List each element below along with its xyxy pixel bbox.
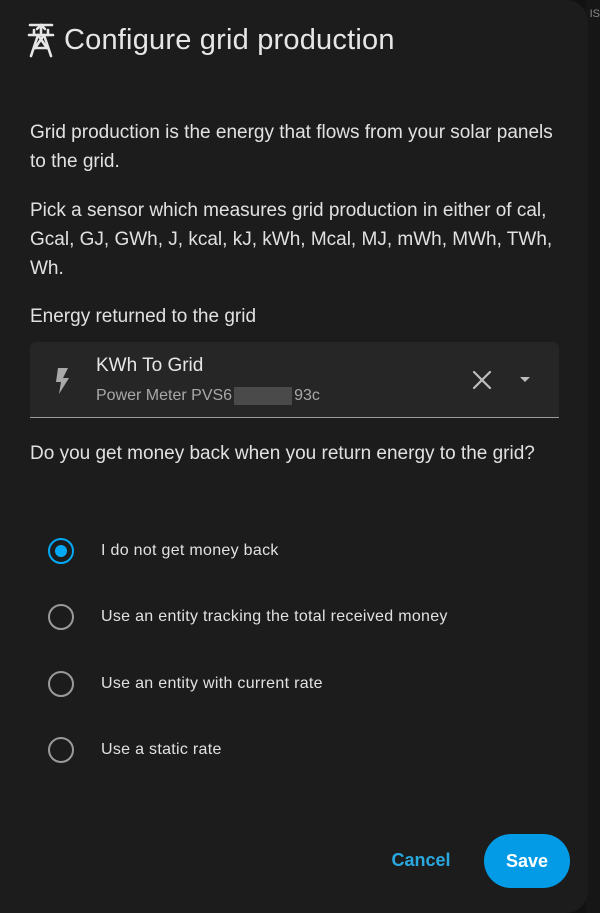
entity-name: KWh To Grid	[96, 355, 204, 376]
field-label: Energy returned to the grid	[30, 306, 257, 327]
redacted-block	[234, 387, 293, 405]
radio-label: Use an entity with current rate	[101, 675, 323, 692]
device-name-prefix: Power Meter PVS6	[96, 387, 233, 404]
entity-device: Power Meter PVS6 93c	[96, 387, 320, 405]
radio-option-static-rate[interactable]: Use a static rate	[48, 734, 222, 766]
lightning-bolt-icon	[52, 366, 72, 396]
units-text: Pick a sensor which measures grid produc…	[30, 200, 553, 279]
configure-grid-production-dialog: Configure grid production Grid productio…	[0, 0, 588, 913]
entity-picker[interactable]: KWh To Grid Power Meter PVS6 93c	[30, 342, 559, 418]
radio-label: Use an entity tracking the total receive…	[101, 608, 448, 625]
background-panel-edge: IS	[586, 0, 600, 913]
radio-option-total-money[interactable]: Use an entity tracking the total receive…	[48, 601, 448, 633]
radio-button[interactable]	[48, 604, 74, 630]
radio-button[interactable]	[48, 671, 74, 697]
radio-label: Use a static rate	[101, 741, 222, 758]
description-text: Grid production is the energy that flows…	[30, 122, 553, 172]
money-back-question: Do you get money back when you return en…	[30, 443, 535, 464]
dialog-header: Configure grid production	[24, 16, 395, 64]
dialog-title: Configure grid production	[64, 23, 395, 56]
radio-option-no-money[interactable]: I do not get money back	[48, 535, 279, 567]
radio-button[interactable]	[48, 737, 74, 763]
radio-option-current-rate[interactable]: Use an entity with current rate	[48, 668, 323, 700]
menu-down-icon[interactable]	[514, 372, 536, 388]
device-name-suffix: 93c	[294, 387, 320, 404]
radio-label: I do not get money back	[101, 542, 279, 559]
clear-icon[interactable]	[470, 368, 494, 392]
save-button[interactable]: Save	[484, 834, 570, 888]
radio-button-checked[interactable]	[48, 538, 74, 564]
background-text: IS	[589, 8, 600, 20]
cancel-button[interactable]: Cancel	[376, 840, 466, 880]
transmission-tower-export-icon	[24, 18, 58, 62]
